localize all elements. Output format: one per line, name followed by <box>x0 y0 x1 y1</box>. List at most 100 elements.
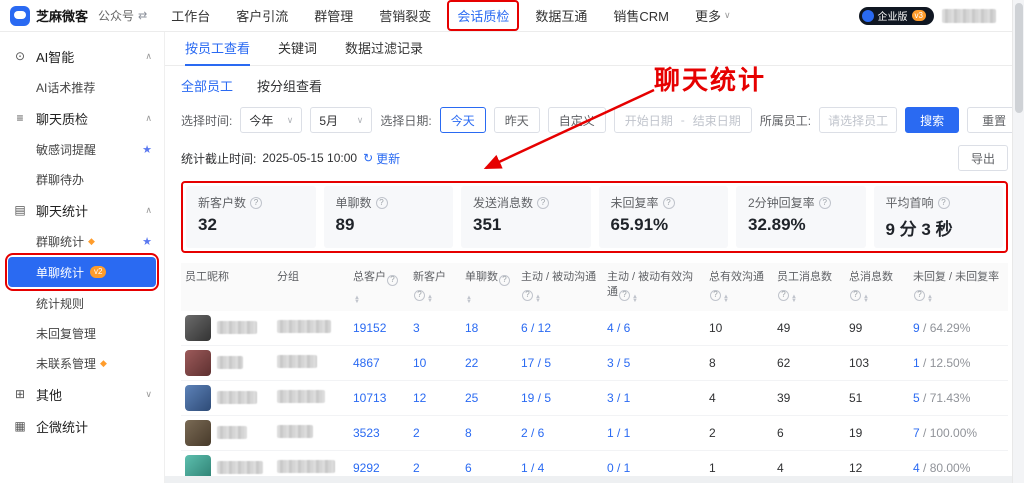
sidebar-item-unreplied-management[interactable]: 未回复管理 <box>0 318 164 348</box>
column-header[interactable]: 总消息数?▲▼ <box>845 263 909 311</box>
sidebar-section-qw-stats[interactable]: ▦ 企微统计 <box>0 410 164 442</box>
sidebar-item-group-chat-todo[interactable]: 群聊待办 <box>0 164 164 194</box>
chat-count-value[interactable]: 22 <box>461 356 517 370</box>
active-passive-value[interactable]: 1 / 4 <box>517 461 603 475</box>
star-icon[interactable]: ★ <box>142 235 152 248</box>
nav-session-quality-check[interactable]: 会话质检 <box>457 6 509 25</box>
total-customers-value[interactable]: 3523 <box>349 426 409 440</box>
month-select[interactable]: 5月 ∨ <box>310 107 372 133</box>
nav-sales-crm[interactable]: 销售CRM <box>613 6 669 25</box>
column-header[interactable]: 主动 / 被动沟通?▲▼ <box>517 263 603 311</box>
column-header[interactable]: 未回复 / 未回复率?▲▼ <box>909 263 1008 311</box>
chat-count-value[interactable]: 18 <box>461 321 517 335</box>
star-icon[interactable]: ★ <box>142 143 152 156</box>
chat-count-value[interactable]: 8 <box>461 426 517 440</box>
table-row[interactable]: 19152 3 18 6 / 12 4 / 6 10 49 99 9 / 64.… <box>181 311 1008 346</box>
info-icon[interactable]: ? <box>522 290 533 301</box>
column-header[interactable]: 主动 / 被动有效沟通?▲▼ <box>603 263 705 311</box>
staff-select-input[interactable]: 请选择员工 <box>819 107 897 133</box>
info-icon[interactable]: ? <box>499 275 510 286</box>
active-passive-valid-value[interactable]: 0 / 1 <box>603 461 705 475</box>
sort-icon[interactable]: ▲▼ <box>466 296 472 304</box>
sidebar-section-other[interactable]: ⊞ 其他 ∨ <box>0 378 164 410</box>
column-header[interactable]: 员工昵称 <box>181 263 273 311</box>
unreplied-count[interactable]: 9 <box>913 321 920 335</box>
search-button[interactable]: 搜索 <box>905 107 959 133</box>
info-icon[interactable]: ? <box>387 275 398 286</box>
active-passive-valid-value[interactable]: 3 / 1 <box>603 391 705 405</box>
sort-icon[interactable]: ▲▼ <box>427 295 433 303</box>
column-header[interactable]: 员工消息数?▲▼ <box>773 263 845 311</box>
sort-icon[interactable]: ▲▼ <box>723 295 729 303</box>
username-redacted[interactable] <box>942 9 996 23</box>
tab-by-employee[interactable]: 按员工查看 <box>185 32 250 66</box>
column-header[interactable]: 新客户?▲▼ <box>409 263 461 311</box>
export-button[interactable]: 导出 <box>958 145 1008 171</box>
table-row[interactable]: 3523 2 8 2 / 6 1 / 1 2 6 19 7 / 100.00% <box>181 416 1008 451</box>
unreplied-count[interactable]: 7 <box>913 426 920 440</box>
column-header[interactable]: 总有效沟通?▲▼ <box>705 263 773 311</box>
scrollbar[interactable] <box>1012 0 1024 483</box>
nav-group-management[interactable]: 群管理 <box>314 6 353 25</box>
info-icon[interactable]: ? <box>619 290 630 301</box>
sidebar-item-ai-script-recommend[interactable]: AI话术推荐 <box>0 72 164 102</box>
date-chip-yesterday[interactable]: 昨天 <box>494 107 540 133</box>
date-range-input[interactable]: 开始日期 - 结束日期 <box>614 107 752 133</box>
new-customers-value[interactable]: 12 <box>409 391 461 405</box>
total-customers-value[interactable]: 19152 <box>349 321 409 335</box>
sort-icon[interactable]: ▲▼ <box>354 296 360 304</box>
sidebar-item-stat-rules[interactable]: 统计规则 <box>0 288 164 318</box>
total-customers-value[interactable]: 10713 <box>349 391 409 405</box>
info-icon[interactable]: ? <box>663 197 675 209</box>
info-icon[interactable]: ? <box>710 290 721 301</box>
date-chip-custom[interactable]: 自定义 <box>548 107 606 133</box>
info-icon[interactable]: ? <box>537 197 549 209</box>
info-icon[interactable]: ? <box>376 197 388 209</box>
sort-icon[interactable]: ▲▼ <box>863 295 869 303</box>
active-passive-value[interactable]: 2 / 6 <box>517 426 603 440</box>
active-passive-value[interactable]: 19 / 5 <box>517 391 603 405</box>
info-icon[interactable]: ? <box>778 290 789 301</box>
active-passive-valid-value[interactable]: 1 / 1 <box>603 426 705 440</box>
nav-more[interactable]: 更多 ∨ <box>695 6 731 25</box>
new-customers-value[interactable]: 2 <box>409 426 461 440</box>
sort-icon[interactable]: ▲▼ <box>535 295 541 303</box>
chat-count-value[interactable]: 6 <box>461 461 517 475</box>
unreplied-count[interactable]: 1 <box>913 356 920 370</box>
sidebar-section-chat-stats[interactable]: ▤ 聊天统计 ∧ <box>0 194 164 226</box>
new-customers-value[interactable]: 2 <box>409 461 461 475</box>
sort-icon[interactable]: ▲▼ <box>791 295 797 303</box>
chat-count-value[interactable]: 25 <box>461 391 517 405</box>
tab-data-filter-records[interactable]: 数据过滤记录 <box>345 32 423 66</box>
info-icon[interactable]: ? <box>850 290 861 301</box>
total-customers-value[interactable]: 4867 <box>349 356 409 370</box>
subtab-by-group[interactable]: 按分组查看 <box>257 76 322 95</box>
new-customers-value[interactable]: 10 <box>409 356 461 370</box>
new-customers-value[interactable]: 3 <box>409 321 461 335</box>
sidebar-section-chat-quality[interactable]: ≡ 聊天质检 ∧ <box>0 102 164 134</box>
sidebar-item-group-chat-stats[interactable]: 群聊统计 ◆ ★ <box>0 226 164 256</box>
column-header[interactable]: 分组 <box>273 263 349 311</box>
sort-icon[interactable]: ▲▼ <box>632 295 638 303</box>
info-icon[interactable]: ? <box>250 197 262 209</box>
column-header[interactable]: 总客户?▲▼ <box>349 263 409 311</box>
account-type-label[interactable]: 公众号 <box>98 7 134 24</box>
edition-badge[interactable]: 企业版 v3 <box>859 7 934 25</box>
unreplied-count[interactable]: 4 <box>913 461 920 475</box>
info-icon[interactable]: ? <box>414 290 425 301</box>
info-icon[interactable]: ? <box>938 197 950 209</box>
sidebar-item-uncontacted-management[interactable]: 未联系管理 ◆ <box>0 348 164 378</box>
active-passive-valid-value[interactable]: 4 / 6 <box>603 321 705 335</box>
info-icon[interactable]: ? <box>914 290 925 301</box>
date-chip-today[interactable]: 今天 <box>440 107 486 133</box>
active-passive-value[interactable]: 17 / 5 <box>517 356 603 370</box>
sidebar-item-single-chat-stats[interactable]: 单聊统计 v2 <box>8 257 156 287</box>
refresh-button[interactable]: ↻ 更新 <box>363 150 400 167</box>
unreplied-count[interactable]: 5 <box>913 391 920 405</box>
nav-marketing-fission[interactable]: 营销裂变 <box>379 6 431 25</box>
subtab-all-employees[interactable]: 全部员工 <box>181 76 233 95</box>
table-row[interactable]: 10713 12 25 19 / 5 3 / 1 4 39 51 5 / 71.… <box>181 381 1008 416</box>
scrollbar-thumb[interactable] <box>1015 3 1023 113</box>
table-row[interactable]: 9292 2 6 1 / 4 0 / 1 1 4 12 4 / 80.00% <box>181 451 1008 476</box>
active-passive-value[interactable]: 6 / 12 <box>517 321 603 335</box>
